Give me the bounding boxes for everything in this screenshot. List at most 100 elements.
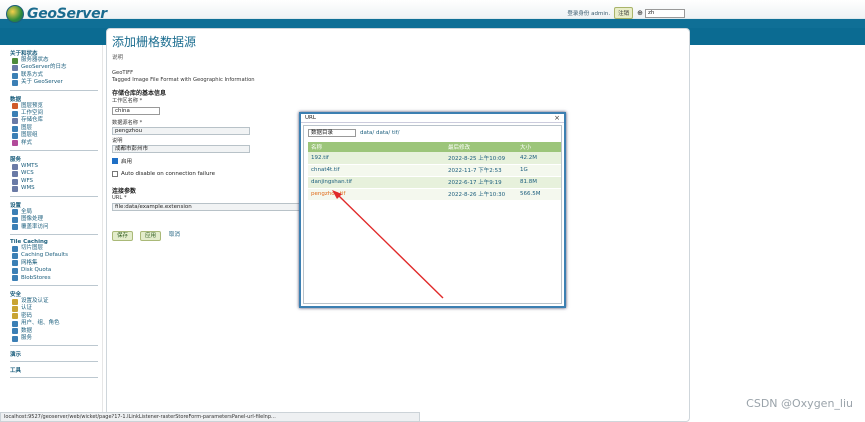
cancel-button[interactable]: 取消 — [165, 231, 184, 241]
sidebar: 关于和状态 服务器状态 GeoServer的日志 联系方式 关于 GeoServer 数据… — [0, 45, 103, 422]
sidebar-item[interactable]: Caching Defaults — [10, 252, 102, 260]
sidebar-section: 演示 — [10, 350, 102, 358]
wms-icon — [12, 185, 18, 192]
users-icon — [12, 320, 18, 327]
gridset-icon — [12, 260, 18, 267]
table-row[interactable]: 192.tif 2022-8-25 上午10:09 42.2M — [308, 152, 561, 165]
file-name[interactable]: danjingshan.tif — [308, 176, 445, 189]
file-size: 566.5M — [517, 188, 561, 201]
sidebar-item[interactable]: 图层组 — [10, 132, 102, 139]
sidebar-item[interactable]: WFS — [10, 178, 102, 185]
format-description: Tagged Image File Format with Geographic… — [112, 77, 255, 83]
sidebar-item[interactable]: 网格集 — [10, 260, 102, 267]
directory-row: 数据目录 data/ data/ tif/ — [308, 129, 399, 137]
store-icon — [12, 118, 18, 125]
sidebar-divider — [10, 345, 98, 347]
sidebar-item-label: 网格集 — [21, 259, 38, 266]
close-icon[interactable]: × — [554, 114, 560, 122]
sidebar-item[interactable]: 关于 GeoServer — [10, 79, 102, 86]
logout-button[interactable]: 注销 — [614, 7, 634, 19]
url-label: URL * — [112, 195, 127, 201]
geoserver-logo[interactable]: GeoServer — [6, 5, 107, 23]
log-icon — [12, 65, 18, 72]
caching-icon — [12, 253, 18, 260]
disk-icon — [12, 267, 18, 274]
sidebar-divider — [10, 233, 98, 235]
image-icon — [12, 216, 18, 223]
sidebar-divider — [10, 195, 98, 197]
sidebar-section-title: 设置 — [10, 202, 22, 209]
sidebar-item[interactable]: 图层预览 — [10, 103, 102, 110]
wcs-icon — [12, 171, 18, 178]
file-modified: 2022-8-25 上午10:09 — [445, 152, 517, 165]
sidebar-item[interactable]: 样式 — [10, 140, 102, 147]
sidebar-section: 服务 WMTS WCS WFS WMS — [10, 155, 102, 193]
workspace-select[interactable]: china — [112, 107, 160, 115]
sidebar-item-label: 切片图层 — [21, 244, 44, 251]
sidebar-divider — [10, 361, 98, 363]
tile-layer-icon — [12, 245, 18, 252]
style-icon — [12, 140, 18, 147]
contact-icon — [12, 72, 18, 79]
header-right: 登录身份 admin. 注销 ⊕ zh — [567, 7, 685, 19]
file-size: 1G — [517, 164, 561, 177]
sidebar-item[interactable]: WMS — [10, 185, 102, 192]
sidebar-item-label: WMS — [21, 185, 35, 192]
layer-icon — [12, 125, 18, 132]
sidebar-item[interactable]: BlobStores — [10, 275, 102, 282]
root-dir-select[interactable]: 数据目录 — [308, 129, 356, 137]
sidebar-item[interactable]: Disk Quota — [10, 267, 102, 274]
auto-disable-checkbox[interactable]: Auto disable on connection failure — [112, 171, 215, 177]
info-icon — [12, 79, 18, 86]
col-size-header[interactable]: 大小 — [517, 142, 561, 152]
table-row[interactable]: danjingshan.tif 2022-6-17 上午9:19 81.8M — [308, 176, 561, 189]
sidebar-section: 安全 设置及认证 认证 密码 用户、组、角色 数据 服务 — [10, 290, 102, 342]
sidebar-item[interactable]: 全局 — [10, 209, 102, 216]
sidebar-item[interactable]: 存储仓库 — [10, 117, 102, 125]
sidebar-item[interactable]: 数据 — [10, 328, 102, 335]
sidebar-item[interactable]: 服务 — [10, 335, 102, 342]
sidebar-item-label: 服务 — [21, 334, 33, 341]
file-name[interactable]: 192.tif — [308, 152, 445, 165]
table-row[interactable]: pengzhou.tif 2022-8-26 上午10:30 566.5M — [308, 188, 561, 201]
sidebar-item[interactable]: WMTS — [10, 163, 102, 170]
col-name-header[interactable]: 名称 — [308, 142, 445, 152]
global-icon — [12, 209, 18, 216]
preview-icon — [12, 103, 18, 110]
file-name[interactable]: pengzhou.tif — [308, 188, 445, 201]
sidebar-item[interactable]: GeoServer的日志 — [10, 64, 102, 72]
globe-icon — [6, 5, 24, 23]
browser-status-bar: localhost:9527/geoserver/web/wicket/page… — [0, 412, 420, 422]
apply-button[interactable]: 应用 — [140, 231, 162, 241]
sidebar-item-label: Disk Quota — [21, 267, 52, 274]
sidebar-item-label: 覆盖率访问 — [21, 223, 49, 230]
sidebar-section-title: 安全 — [10, 291, 22, 298]
sidebar-item-label: 图层组 — [21, 132, 38, 139]
language-select[interactable]: zh — [645, 8, 685, 18]
url-input[interactable]: file:data/example.extension — [112, 203, 302, 211]
security-settings-icon — [12, 298, 18, 305]
sidebar-divider — [10, 150, 98, 152]
sidebar-item[interactable]: 切片图层 — [10, 245, 102, 252]
file-modified: 2022-6-17 上午9:19 — [445, 176, 517, 189]
save-button[interactable]: 保存 — [112, 231, 134, 241]
wfs-icon — [12, 178, 18, 185]
checkbox-unchecked-icon[interactable] — [112, 171, 118, 177]
enabled-checkbox[interactable]: 启用 — [112, 157, 132, 165]
sidebar-item-label: BlobStores — [21, 274, 51, 281]
sidebar-item[interactable]: 认证 — [10, 305, 102, 313]
table-row[interactable]: chnat4t.tif 2022-11-7 下午2:53 1G — [308, 164, 561, 177]
sidebar-item[interactable]: 用户、组、角色 — [10, 320, 102, 327]
sidebar-item[interactable]: WCS — [10, 170, 102, 178]
sidebar-item-label: 数据 — [21, 327, 33, 334]
datasource-name-input[interactable]: pengzhou — [112, 127, 250, 135]
col-modified-header[interactable]: 最后修改 — [445, 142, 517, 152]
description-input[interactable]: 成都市彭州市 — [112, 145, 250, 153]
file-name[interactable]: chnat4t.tif — [308, 164, 445, 177]
checkbox-checked-icon[interactable] — [112, 158, 118, 164]
sidebar-divider — [10, 377, 98, 379]
sidebar-item[interactable]: 覆盖率访问 — [10, 224, 102, 231]
breadcrumb-path[interactable]: data/ data/ tif/ — [360, 130, 399, 136]
sidebar-item[interactable]: 图像处理 — [10, 216, 102, 223]
page-title: 添加栅格数据源 — [112, 35, 197, 49]
